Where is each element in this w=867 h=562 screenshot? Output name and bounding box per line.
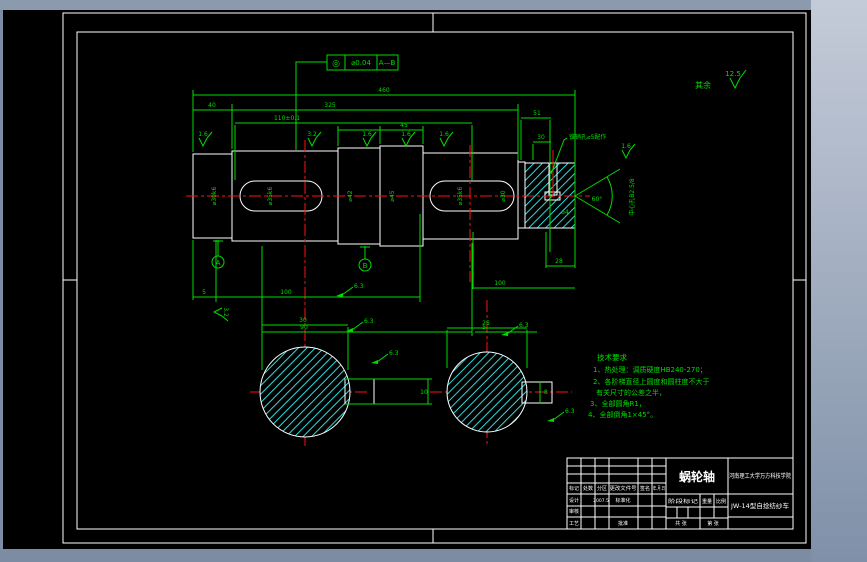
tb-school: 河南理工大学万方科技学院 xyxy=(729,472,791,480)
datum-b-label: B xyxy=(363,262,368,270)
svg-text:1.6: 1.6 xyxy=(401,131,411,138)
fcf-datums: A—B xyxy=(379,59,396,67)
notes-line-1: 1、热处理：调质硬度HB240-270； xyxy=(593,365,707,374)
tb-col-zone: 分区 xyxy=(597,485,607,492)
cad-drawing-canvas[interactable]: ◎ ⌀0.04 A—B 其余 12.5 460 40 325 110±0.1 4… xyxy=(0,0,867,562)
top-band xyxy=(0,0,867,10)
tb-weight: 重量 xyxy=(702,498,712,505)
notes-line-5: 4、全部倒角1×45°。 xyxy=(588,410,657,419)
tb-col-file: 更改文件号 xyxy=(610,485,637,492)
tb-col-sign: 签名 xyxy=(640,485,650,492)
notes-line-3: 有关尺寸的公差之半， xyxy=(596,388,666,397)
dim-100r: 100 xyxy=(494,280,506,287)
center-hole-label: 中心孔B2.5/8 xyxy=(628,178,636,216)
tb-col-mark: 标记 xyxy=(569,485,579,492)
tb-design-date: 2007.5 xyxy=(593,498,609,504)
tb-col-date: 年.月.日 xyxy=(653,485,665,492)
tb-scale: 比例 xyxy=(716,498,726,505)
svg-text:6.3: 6.3 xyxy=(389,350,399,357)
section-2-width: 25 xyxy=(482,320,490,327)
svg-text:6.3: 6.3 xyxy=(354,283,364,290)
tb-stage: 阶段标记 xyxy=(668,498,698,505)
notes-title: 技术要求 xyxy=(597,352,627,362)
dim-28: 28 xyxy=(555,258,563,265)
dim-45: 45 xyxy=(400,122,408,129)
app-window: ◎ ⌀0.04 A—B 其余 12.5 460 40 325 110±0.1 4… xyxy=(0,0,867,562)
dim-110: 110±0.1 xyxy=(274,115,300,122)
dia-label-2: ⌀35k6 xyxy=(267,187,274,206)
slot-dia-label: ⌀4 xyxy=(561,209,569,216)
svg-text:1.6: 1.6 xyxy=(621,143,631,150)
dia-label-5: ⌀35k6 xyxy=(457,187,464,206)
section-1-width: 30 xyxy=(299,317,307,324)
dia-label-4: ⌀45 xyxy=(389,190,396,201)
tb-sheet-no: 第 张 xyxy=(707,520,719,527)
dia-label-1: ⌀30k6 xyxy=(211,187,218,206)
rest-value: 12.5 xyxy=(725,70,741,78)
svg-text:6.3: 6.3 xyxy=(364,318,374,325)
dim-30r: 30 xyxy=(537,134,545,141)
dia-label-3: ⌀42 xyxy=(347,190,354,201)
notes-line-4: 3、全部圆角R1， xyxy=(590,399,646,408)
dim-overall: 460 xyxy=(378,87,390,94)
svg-text:1.6: 1.6 xyxy=(198,131,208,138)
rest-label: 其余 xyxy=(695,80,711,90)
fcf-symbol: ◎ xyxy=(332,59,340,69)
section-2-key-width: 8 xyxy=(544,389,548,396)
tb-approve: 批准 xyxy=(618,520,628,527)
tb-process: 工艺 xyxy=(569,521,579,527)
svg-text:3.2: 3.2 xyxy=(222,307,229,317)
right-strip xyxy=(811,0,867,562)
section-1-key-width: 10 xyxy=(420,389,428,396)
notes-line-2: 2、各阶梯直径上圆度和圆柱度不大于 xyxy=(593,377,709,386)
dim-40: 40 xyxy=(208,102,216,109)
tb-col-count: 处数 xyxy=(583,485,593,492)
tb-check: 审核 xyxy=(569,508,579,515)
dim-5a: 5 xyxy=(202,289,206,296)
datum-a-label: A xyxy=(216,259,221,267)
svg-text:1.6: 1.6 xyxy=(439,131,449,138)
svg-text:1.6: 1.6 xyxy=(362,131,372,138)
dim-325: 325 xyxy=(324,102,336,109)
svg-text:3.2: 3.2 xyxy=(307,131,317,138)
dim-51: 51 xyxy=(533,110,541,117)
tb-standard: 标准化 xyxy=(615,497,630,504)
pin-note: 锥销孔⌀5配作 xyxy=(569,133,606,141)
tb-sheet-total: 共 张 xyxy=(675,520,687,527)
dia-label-6: ⌀30 xyxy=(500,190,507,201)
tb-design: 设计 xyxy=(569,497,579,504)
svg-text:6.3: 6.3 xyxy=(565,408,575,415)
angle-label: 60° xyxy=(592,196,603,203)
dim-100: 100 xyxy=(280,289,292,296)
tb-part-name: 蜗轮轴 xyxy=(679,469,715,484)
model-space[interactable] xyxy=(3,10,811,549)
fcf-tolerance: ⌀0.04 xyxy=(351,59,371,67)
tb-project: JW-14型自捻纺纱车 xyxy=(730,501,790,510)
